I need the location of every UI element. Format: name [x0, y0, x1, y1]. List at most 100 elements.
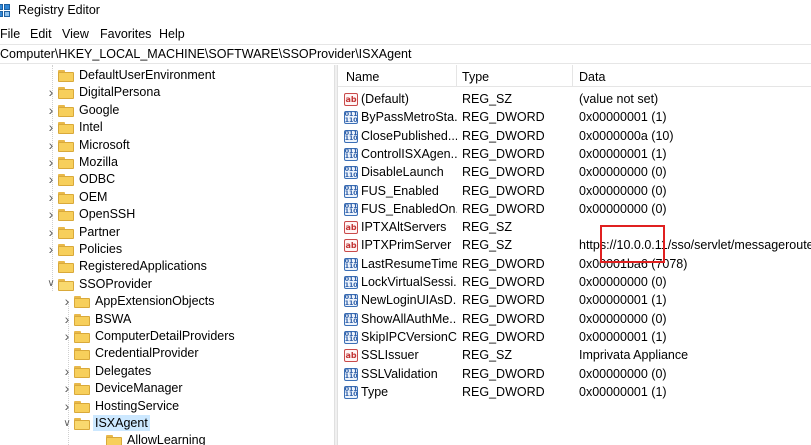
tree-node-allowlearning[interactable]: AllowLearning — [0, 432, 334, 445]
value-row[interactable]: 011 110 ClosePublished... REG_DWORD 0x000000… — [338, 128, 811, 146]
title-bar: Registry Editor — [0, 0, 811, 22]
tree-node-ssoprovider[interactable]: ∨ SSOProvider — [0, 276, 334, 293]
tree-node-intel[interactable]: › Intel — [0, 119, 334, 136]
column-header-data[interactable]: Data — [579, 70, 605, 84]
value-data: 0x00000000 (0) — [579, 275, 667, 289]
chevron-right-icon[interactable]: › — [46, 137, 56, 153]
chevron-right-icon[interactable]: › — [62, 363, 72, 379]
column-header-type[interactable]: Type — [462, 70, 489, 84]
tree-node-devicemanager[interactable]: › DeviceManager — [0, 380, 334, 397]
dword-value-icon: 011 110 — [344, 329, 358, 344]
menu-view[interactable]: View — [62, 27, 89, 41]
value-row[interactable]: 011 110 SSLValidation REG_DWORD 0x00000000 (… — [338, 366, 811, 384]
value-row[interactable]: ab (Default) REG_SZ (value not set) — [338, 91, 811, 109]
folder-icon — [74, 383, 90, 396]
tree-node-label: Mozilla — [79, 155, 118, 169]
tree-node-microsoft[interactable]: › Microsoft — [0, 137, 334, 154]
value-type: REG_DWORD — [462, 146, 545, 161]
chevron-right-icon[interactable]: › — [46, 102, 56, 118]
menu-help[interactable]: Help — [159, 27, 185, 41]
chevron-right-icon[interactable]: › — [46, 206, 56, 222]
chevron-right-icon[interactable]: › — [62, 293, 72, 309]
chevron-right-icon[interactable]: › — [46, 119, 56, 135]
tree-node-appextensionobjects[interactable]: › AppExtensionObjects — [0, 293, 334, 310]
tree-node-registeredapplications[interactable]: RegisteredApplications — [0, 258, 334, 275]
column-divider[interactable] — [456, 65, 457, 87]
chevron-right-icon[interactable]: › — [46, 84, 56, 100]
tree-node-openssh[interactable]: › OpenSSH — [0, 206, 334, 223]
value-row[interactable]: 011 110 ControlISXAgen... REG_DWORD 0x000000… — [338, 146, 811, 164]
value-name: SSLIssuer — [361, 348, 419, 363]
values-list-pane[interactable]: Name Type Data ab (Default) REG_SZ (value n… — [338, 65, 811, 445]
dword-value-icon: 011 110 — [344, 165, 358, 180]
tree-node-computerdetailproviders[interactable]: › ComputerDetailProviders — [0, 328, 334, 345]
tree-node-hostingservice[interactable]: › HostingService — [0, 398, 334, 415]
value-data: 0x00000001 (1) — [579, 110, 667, 125]
tree-node-digitalpersona[interactable]: › DigitalPersona — [0, 84, 334, 101]
address-path[interactable]: Computer\HKEY_LOCAL_MACHINE\SOFTWARE\SSO… — [0, 47, 411, 61]
chevron-right-icon[interactable]: › — [62, 398, 72, 414]
key-tree-pane[interactable]: DefaultUserEnvironment › DigitalPersona › Go… — [0, 65, 334, 445]
value-type: REG_DWORD — [462, 183, 545, 198]
value-name: DisableLaunch — [361, 165, 444, 180]
tree-node-label: ISXAgent — [93, 415, 150, 431]
tree-node-label: Microsoft — [79, 137, 130, 152]
string-value-icon: ab — [344, 221, 358, 235]
value-row[interactable]: ab SSLIssuer REG_SZ Imprivata Appliance — [338, 347, 811, 365]
column-divider[interactable] — [572, 65, 573, 87]
address-bar[interactable]: Computer\HKEY_LOCAL_MACHINE\SOFTWARE\SSO… — [0, 44, 811, 64]
value-row[interactable]: 011 110 DisableLaunch REG_DWORD 0x00000000 (… — [338, 164, 811, 182]
folder-icon — [58, 104, 74, 117]
tree-node-defaultuserenvironment[interactable]: DefaultUserEnvironment — [0, 67, 334, 84]
chevron-right-icon[interactable]: › — [46, 241, 56, 257]
chevron-right-icon[interactable]: › — [62, 380, 72, 396]
value-data: 0x00000000 (0) — [579, 183, 667, 198]
tree-node-label: AppExtensionObjects — [95, 294, 215, 309]
value-row[interactable]: ab IPTXPrimServer REG_SZ https://10.0.0.11/… — [338, 237, 811, 255]
tree-node-odbc[interactable]: › ODBC — [0, 171, 334, 188]
chevron-right-icon[interactable]: › — [46, 224, 56, 240]
value-data: 0x00000000 (0) — [579, 366, 667, 381]
value-row[interactable]: 011 110 ByPassMetroSta... REG_DWORD 0x000000… — [338, 109, 811, 127]
value-name: FUS_Enabled — [361, 183, 439, 198]
value-row[interactable]: 011 110 NewLoginUIAsD... REG_DWORD 0x0000000… — [338, 292, 811, 310]
folder-icon — [106, 435, 122, 445]
chevron-right-icon[interactable]: › — [62, 328, 72, 344]
value-row[interactable]: 011 110 LockVirtualSessi... REG_DWORD 0x0000… — [338, 274, 811, 292]
tree-node-credentialprovider[interactable]: CredentialProvider — [0, 345, 334, 362]
dword-value-icon: 011 110 — [344, 201, 358, 216]
value-row[interactable]: 011 110 LastResumeTime REG_DWORD 0x00001ba6 … — [338, 256, 811, 274]
value-row[interactable]: 011 110 FUS_Enabled REG_DWORD 0x00000000 (0) — [338, 183, 811, 201]
menu-favorites[interactable]: Favorites — [100, 27, 151, 41]
chevron-right-icon[interactable]: › — [46, 171, 56, 187]
tree-node-mozilla[interactable]: › Mozilla — [0, 154, 334, 171]
tree-node-google[interactable]: › Google — [0, 102, 334, 119]
column-header-name[interactable]: Name — [346, 70, 379, 84]
chevron-right-icon[interactable]: › — [62, 311, 72, 327]
chevron-down-icon[interactable]: ∨ — [46, 278, 56, 289]
tree-node-bswa[interactable]: › BSWA — [0, 311, 334, 328]
value-data: 0x00000000 (0) — [579, 165, 667, 180]
tree-node-isxagent[interactable]: ∨ ISXAgent — [0, 415, 334, 432]
chevron-right-icon[interactable]: › — [46, 189, 56, 205]
value-name: SkipIPCVersionC... — [361, 329, 457, 344]
value-name: ShowAllAuthMe... — [361, 311, 457, 326]
dword-value-icon: 011 110 — [344, 256, 358, 271]
chevron-right-icon[interactable]: › — [46, 154, 56, 170]
menu-edit[interactable]: Edit — [30, 27, 52, 41]
value-row[interactable]: 011 110 ShowAllAuthMe... REG_DWORD 0x0000000… — [338, 311, 811, 329]
folder-icon — [58, 191, 74, 204]
tree-node-label: AllowLearning — [127, 433, 206, 445]
tree-node-delegates[interactable]: › Delegates — [0, 363, 334, 380]
menu-file[interactable]: File — [0, 27, 20, 41]
tree-node-partner[interactable]: › Partner — [0, 224, 334, 241]
chevron-down-icon[interactable]: ∨ — [62, 418, 72, 429]
dword-value-icon: 011 110 — [344, 146, 358, 161]
tree-node-oem[interactable]: › OEM — [0, 189, 334, 206]
tree-node-policies[interactable]: › Policies — [0, 241, 334, 258]
value-row[interactable]: 011 110 FUS_EnabledOn... REG_DWORD 0x0000000… — [338, 201, 811, 219]
value-row[interactable]: 011 110 Type REG_DWORD 0x00000001 (1) — [338, 384, 811, 402]
folder-icon — [74, 296, 90, 309]
value-row[interactable]: ab IPTXAltServers REG_SZ — [338, 219, 811, 237]
value-row[interactable]: 011 110 SkipIPCVersionC... REG_DWORD 0x00000… — [338, 329, 811, 347]
